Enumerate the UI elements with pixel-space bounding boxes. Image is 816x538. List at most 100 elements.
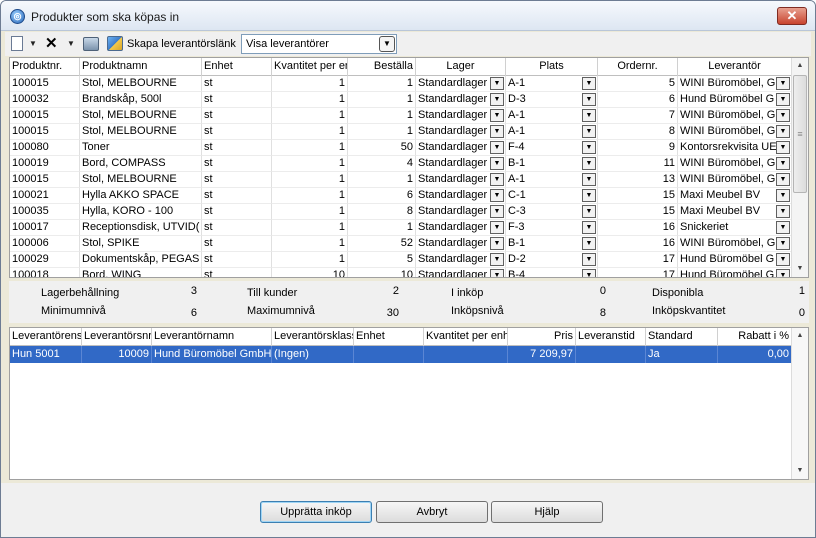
dropdown-cell[interactable]: Standardlager ▼ (416, 172, 506, 188)
create-supplier-link-button[interactable]: Skapa leverantörslänk (127, 35, 236, 53)
dropdown-cell[interactable]: A-1 ▼ (506, 124, 598, 140)
col-header[interactable]: Standard (646, 328, 718, 346)
dropdown-cell[interactable]: A-1 ▼ (506, 172, 598, 188)
dropdown-cell[interactable]: B-4 ▼ (506, 268, 598, 277)
table-row[interactable]: 100006 Stol, SPIKE st 1 52 Standardlager ▼ B-1 ▼… (10, 236, 792, 252)
dropdown-cell[interactable]: Standardlager ▼ (416, 76, 506, 92)
col-header[interactable]: Kvantitet per enh (424, 328, 508, 346)
dropdown-cell[interactable]: F-4 ▼ (506, 140, 598, 156)
chevron-down-icon[interactable]: ▼ (490, 77, 504, 90)
dropdown-cell[interactable]: Hund Büromöbel G ▼ (678, 252, 792, 268)
col-header[interactable]: Leverantörsnr. (82, 328, 152, 346)
scroll-thumb[interactable]: ≡ (793, 75, 807, 193)
chevron-down-icon[interactable]: ▼ (776, 221, 790, 234)
chevron-down-icon[interactable]: ▼ (582, 125, 596, 138)
chevron-down-icon[interactable]: ▼ (776, 125, 790, 138)
dropdown-cell[interactable]: Maxi Meubel BV ▼ (678, 204, 792, 220)
dropdown-cell[interactable]: Standardlager ▼ (416, 268, 506, 277)
table-row[interactable]: 100015 Stol, MELBOURNE st 1 1 Standardlager ▼ A… (10, 108, 792, 124)
chevron-down-icon[interactable]: ▼ (776, 253, 790, 266)
chevron-down-icon[interactable]: ▼ (490, 109, 504, 122)
dropdown-cell[interactable]: Standardlager ▼ (416, 188, 506, 204)
chevron-down-icon[interactable]: ▼ (490, 237, 504, 250)
chevron-down-icon[interactable]: ▼ (490, 173, 504, 186)
table-row[interactable]: 100015 Stol, MELBOURNE st 1 1 Standardlager ▼ A… (10, 76, 792, 92)
cancel-button[interactable]: Avbryt (376, 501, 488, 523)
dropdown-cell[interactable]: A-1 ▼ (506, 76, 598, 92)
col-header[interactable]: Kvantitet per en (272, 58, 348, 76)
col-header[interactable]: Pris (508, 328, 576, 346)
chevron-down-icon[interactable]: ▼ (776, 237, 790, 250)
chevron-down-icon[interactable]: ▼ (490, 253, 504, 266)
new-document-icon[interactable] (11, 36, 23, 51)
col-header[interactable]: Produktnr. (10, 58, 80, 76)
view-select[interactable]: Visa leverantörer ▼ (241, 34, 397, 54)
chevron-down-icon[interactable]: ▼ (582, 141, 596, 154)
dropdown-cell[interactable]: Hund Büromöbel G ▼ (678, 268, 792, 277)
dropdown-cell[interactable]: C-3 ▼ (506, 204, 598, 220)
table-row[interactable]: 100015 Stol, MELBOURNE st 1 1 Standardlager ▼ A… (10, 124, 792, 140)
chevron-down-icon[interactable]: ▼ (776, 173, 790, 186)
col-header[interactable]: Leverantörens (10, 328, 82, 346)
supplier-row-selected[interactable]: Hun 5001 10009 Hund Büromöbel GmbH, (Ing… (10, 346, 792, 363)
dropdown-cell[interactable]: Standardlager ▼ (416, 124, 506, 140)
table-row[interactable]: 100015 Stol, MELBOURNE st 1 1 Standardlager ▼ A… (10, 172, 792, 188)
products-grid-scrollbar[interactable]: ▲ ≡ ▼ (791, 58, 808, 277)
chevron-down-icon[interactable]: ▼ (776, 205, 790, 218)
create-purchase-button[interactable]: Upprätta inköp (260, 501, 372, 523)
chevron-down-icon[interactable]: ▼ (582, 173, 596, 186)
chevron-down-icon[interactable]: ▼ (776, 77, 790, 90)
table-row[interactable]: 100080 Toner st 1 50 Standardlager ▼ F-4 ▼ 9 Konto… (10, 140, 792, 156)
dropdown-cell[interactable]: Standardlager ▼ (416, 204, 506, 220)
col-header[interactable]: Enhet (202, 58, 272, 76)
chevron-down-icon[interactable]: ▼ (379, 36, 395, 52)
dropdown-cell[interactable]: WINI Büromöbel, G ▼ (678, 124, 792, 140)
dropdown-cell[interactable]: F-3 ▼ (506, 220, 598, 236)
table-row[interactable]: 100018 Bord, WING st 10 10 Standardlager ▼ B-4 ▼… (10, 268, 792, 277)
col-header[interactable]: Beställa (348, 58, 416, 76)
dropdown-cell[interactable]: Standardlager ▼ (416, 156, 506, 172)
scroll-down-arrow-icon[interactable]: ▼ (792, 463, 808, 479)
dropdown-cell[interactable]: Standardlager ▼ (416, 236, 506, 252)
scroll-up-arrow-icon[interactable]: ▲ (792, 58, 808, 74)
supplier-link-icon[interactable] (107, 36, 123, 51)
chevron-down-icon[interactable]: ▼ (582, 205, 596, 218)
col-header[interactable]: Lager (416, 58, 506, 76)
chevron-down-icon[interactable]: ▼ (490, 221, 504, 234)
table-row[interactable]: 100032 Brandskåp, 500l st 1 1 Standardlager ▼ D… (10, 92, 792, 108)
chevron-down-icon[interactable]: ▼ (776, 157, 790, 170)
dropdown-cell[interactable]: Standardlager ▼ (416, 108, 506, 124)
col-header[interactable]: Leverantör (678, 58, 792, 76)
table-row[interactable]: 100017 Receptionsdisk, UTVID(st 1 1 Standard… (10, 220, 792, 236)
dropdown-cell[interactable]: WINI Büromöbel, G ▼ (678, 236, 792, 252)
chevron-down-icon[interactable]: ▼ (490, 125, 504, 138)
dropdown-cell[interactable]: B-1 ▼ (506, 156, 598, 172)
chevron-down-icon[interactable]: ▼ (582, 93, 596, 106)
table-row[interactable]: 100029 Dokumentskåp, PEGAS st 1 5 Standardlag… (10, 252, 792, 268)
chevron-down-icon[interactable]: ▼ (776, 93, 790, 106)
close-button[interactable]: ✕ (777, 7, 807, 25)
chevron-down-icon[interactable]: ▼ (776, 269, 790, 277)
chevron-down-icon[interactable]: ▼ (490, 189, 504, 202)
col-header[interactable]: Enhet (354, 328, 424, 346)
dropdown-cell[interactable]: Kontorsrekvisita UE ▼ (678, 140, 792, 156)
dropdown-cell[interactable]: Maxi Meubel BV ▼ (678, 188, 792, 204)
table-row[interactable]: 100035 Hylla, KORO - 100st 1 8 Standardlager… (10, 204, 792, 220)
chevron-down-icon[interactable]: ▼ (490, 269, 504, 277)
dropdown-cell[interactable]: Snickeriet ▼ (678, 220, 792, 236)
table-row[interactable]: 100019 Bord, COMPASS st 1 4 Standardlager ▼ B-1… (10, 156, 792, 172)
dropdown-cell[interactable]: Hund Büromöbel G ▼ (678, 92, 792, 108)
dropdown-cell[interactable]: C-1 ▼ (506, 188, 598, 204)
dropdown-cell[interactable]: A-1 ▼ (506, 108, 598, 124)
chevron-down-icon[interactable]: ▼ (776, 141, 790, 154)
dropdown-cell[interactable]: Standardlager ▼ (416, 252, 506, 268)
new-dropdown-chevron-icon[interactable]: ▼ (29, 35, 37, 53)
dropdown-cell[interactable]: D-2 ▼ (506, 252, 598, 268)
dropdown-cell[interactable]: Standardlager ▼ (416, 220, 506, 236)
suppliers-grid-scrollbar[interactable]: ▲ ▼ (791, 328, 808, 479)
dropdown-cell[interactable]: WINI Büromöbel, G ▼ (678, 108, 792, 124)
dropdown-cell[interactable]: D-3 ▼ (506, 92, 598, 108)
chevron-down-icon[interactable]: ▼ (582, 157, 596, 170)
dropdown-cell[interactable]: WINI Büromöbel, G ▼ (678, 172, 792, 188)
chevron-down-icon[interactable]: ▼ (582, 253, 596, 266)
